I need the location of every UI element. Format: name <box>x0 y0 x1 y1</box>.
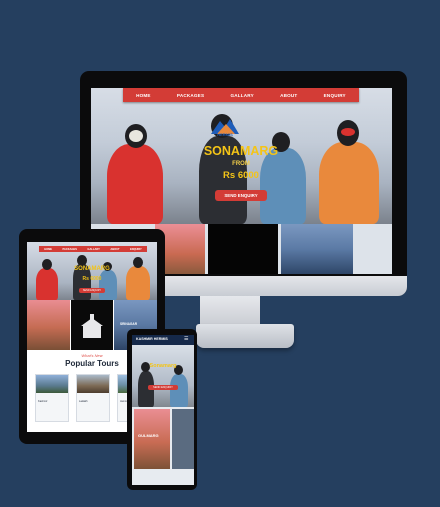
nav-enquiry[interactable]: ENQUIRY <box>130 248 142 251</box>
nav-packages[interactable]: PACKAGES <box>62 248 77 251</box>
tour-card[interactable]: Ladakh <box>76 374 110 422</box>
nav-home[interactable]: HOME <box>44 248 52 251</box>
destination-card[interactable] <box>71 300 113 350</box>
nav-enquiry[interactable]: ENQUIRY <box>324 93 346 98</box>
hero-title: SONAMARG <box>74 266 110 272</box>
tour-image <box>77 375 109 393</box>
hero-from-label: FROM <box>232 161 250 167</box>
card-label: GULMARG <box>138 433 159 438</box>
mobile-header: KASHMIR HERMIS ☰ <box>132 335 194 345</box>
send-enquiry-button[interactable]: SEND ENQUIRY <box>215 190 267 201</box>
send-enquiry-button[interactable]: SEND ENQUIRY <box>79 288 105 293</box>
send-enquiry-button[interactable]: SEND ENQUIRY <box>148 385 178 390</box>
temple-icon <box>81 314 103 338</box>
nav-home[interactable]: HOME <box>136 93 151 98</box>
nav-gallary[interactable]: GALLARY <box>87 248 99 251</box>
nav-packages[interactable]: PACKAGES <box>177 93 204 98</box>
card-label: SRINAGAR <box>120 322 138 326</box>
mobile-brand: KASHMIR HERMIS <box>136 337 168 341</box>
desktop-navbar: HOME PACKAGES GALLARY ABOUT ENQUIRY <box>123 88 359 102</box>
logo-text: HERMIS <box>217 132 233 137</box>
tour-name: Ladakh <box>79 400 88 403</box>
monitor-stand-neck <box>200 296 260 326</box>
destination-card[interactable] <box>208 224 278 274</box>
hero-price: Rs 6000 <box>82 276 102 282</box>
climber-figure <box>99 118 169 224</box>
monitor-stand-base <box>196 324 294 348</box>
tour-card[interactable]: Kashmir <box>35 374 69 422</box>
nav-about[interactable]: ABOUT <box>110 248 119 251</box>
destination-card[interactable] <box>27 300 70 350</box>
nav-about[interactable]: ABOUT <box>280 93 297 98</box>
mobile-hero-image <box>132 345 194 407</box>
tour-name: Kashmir <box>38 400 48 403</box>
hero-title: SONAMARG <box>203 144 279 158</box>
tablet-navbar: HOME PACKAGES GALLARY ABOUT ENQUIRY <box>39 246 147 252</box>
hero-price: Rs 6000 <box>223 170 259 181</box>
hamburger-menu-icon[interactable]: ☰ <box>184 337 190 342</box>
tour-image <box>36 375 68 393</box>
hero-title: Sonamarg <box>149 363 177 369</box>
nav-gallary[interactable]: GALLARY <box>230 93 253 98</box>
mobile-screen: KASHMIR HERMIS ☰ Sonamarg SEND ENQUIRY G… <box>132 335 194 485</box>
climber-figure <box>123 256 153 300</box>
destination-card[interactable] <box>281 224 353 274</box>
destination-card[interactable] <box>172 409 194 469</box>
destination-card[interactable]: GULMARG <box>134 409 170 469</box>
climber-figure <box>313 116 385 224</box>
